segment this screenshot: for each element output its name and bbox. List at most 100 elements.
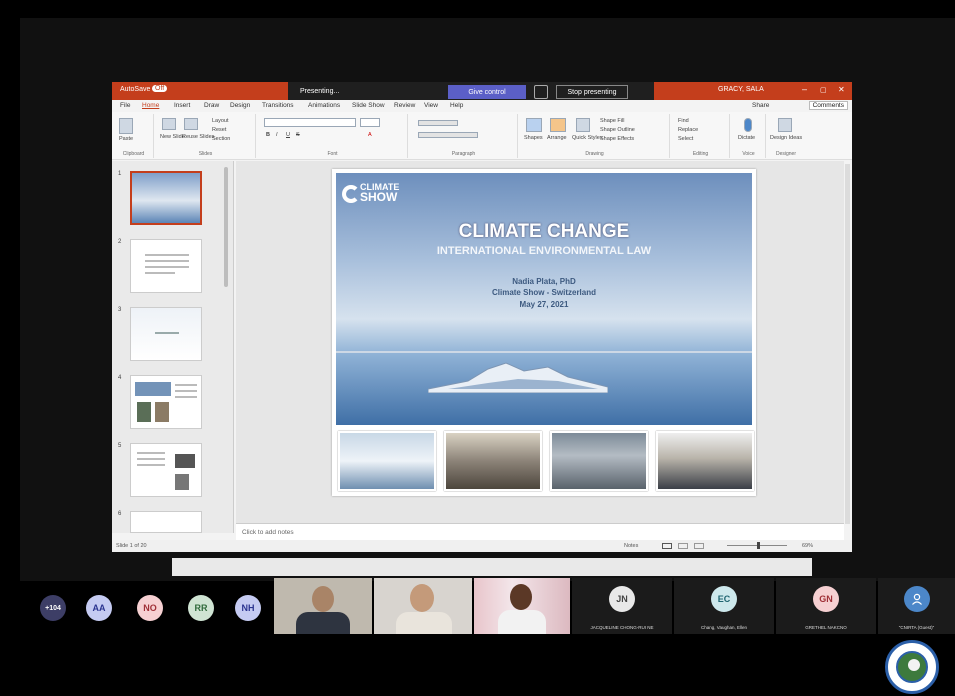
design-ideas-icon[interactable]	[778, 118, 792, 132]
slide-vertical-scrollbar[interactable]	[845, 164, 850, 524]
ribbon-group-font: B I U S A Font	[258, 114, 408, 158]
iceberg-illustration	[428, 362, 608, 393]
group-label: Designer	[775, 151, 796, 157]
share-button[interactable]: Share	[752, 102, 769, 109]
slide-editing-area: CLIMATE SHOW CLIMATE CHANGE INTERNATIONA…	[236, 161, 844, 523]
share-screen-icon[interactable]	[534, 85, 548, 99]
thumbnail-scrollbar[interactable]	[224, 167, 228, 287]
ribbon-group-drawing: Shapes Arrange Quick Styles Shape Fill S…	[520, 114, 670, 158]
slide-thumbnail-pane: 1 2 3 4 5 6	[112, 161, 234, 533]
layout-button[interactable]: Layout	[212, 118, 229, 124]
seal-emblem	[896, 651, 928, 683]
person-icon	[912, 593, 922, 605]
user-name: GRACY, SALA	[718, 86, 764, 93]
tab-review[interactable]: Review	[394, 102, 415, 109]
participant-video-2[interactable]	[374, 578, 472, 634]
reuse-slides-icon[interactable]	[184, 118, 198, 130]
notes-pane[interactable]: Click to add notes	[236, 523, 844, 540]
replace-button[interactable]: Replace	[678, 127, 698, 133]
participant-avatar[interactable]: AA	[86, 595, 112, 621]
give-control-button[interactable]: Give control	[448, 85, 526, 99]
thumbnail-slide-5[interactable]	[130, 443, 202, 497]
microphone-icon[interactable]	[744, 118, 752, 132]
notes-toggle-button[interactable]: Notes	[624, 543, 638, 549]
participant-name: "CNIRTA (Guest)"	[898, 625, 935, 630]
overflow-participants-button[interactable]: +104	[40, 595, 66, 621]
thumbnail-slide-4[interactable]	[130, 375, 202, 429]
participant-avatar[interactable]: RR	[188, 595, 214, 621]
arrange-icon[interactable]	[550, 118, 566, 132]
tab-view[interactable]: View	[424, 102, 438, 109]
underline-button[interactable]: U	[286, 132, 290, 138]
thumbnail-slide-3[interactable]	[130, 307, 202, 361]
group-label: Slides	[198, 151, 213, 157]
shape-effects-button[interactable]: Shape Effects	[600, 136, 634, 142]
reading-view-icon[interactable]	[694, 543, 704, 549]
alignment-icon[interactable]	[418, 132, 478, 138]
italic-button[interactable]: I	[276, 132, 278, 138]
quick-styles-icon[interactable]	[576, 118, 590, 132]
shape-outline-button[interactable]: Shape Outline	[600, 127, 635, 133]
paste-label: Paste	[119, 136, 134, 142]
guest-user-icon	[904, 586, 930, 612]
section-button[interactable]: Section	[212, 136, 230, 142]
stop-presenting-button[interactable]: Stop presenting	[556, 85, 628, 99]
thumbnail-slide-1[interactable]	[130, 171, 202, 225]
thumbnail-slide-2[interactable]	[130, 239, 202, 293]
bold-button[interactable]: B	[266, 132, 270, 138]
slide-canvas[interactable]: CLIMATE SHOW CLIMATE CHANGE INTERNATIONA…	[332, 169, 756, 496]
new-slide-icon[interactable]	[162, 118, 176, 130]
paste-icon[interactable]	[119, 118, 133, 134]
tab-slide-show[interactable]: Slide Show	[352, 102, 385, 109]
participant-tile[interactable]: "CNIRTA (Guest)"	[878, 578, 955, 634]
comments-button[interactable]: Comments	[808, 101, 848, 110]
normal-view-icon[interactable]	[662, 543, 672, 549]
strikethrough-button[interactable]: S	[296, 132, 300, 138]
ribbon-group-designer: Design Ideas Designer	[768, 114, 804, 158]
thumbnail-slide-6[interactable]	[130, 511, 202, 533]
tab-animations[interactable]: Animations	[308, 102, 340, 109]
participant-video-1[interactable]	[274, 578, 372, 634]
participant-strip: +104 AA NO RR NH JN JACQUELINE CHONG-RUI…	[0, 578, 955, 634]
tab-draw[interactable]: Draw	[204, 102, 219, 109]
thumbnail-number: 3	[118, 307, 122, 313]
font-size-dropdown[interactable]	[360, 118, 380, 127]
tab-design[interactable]: Design	[230, 102, 250, 109]
participant-tile[interactable]: GN GRETHEL NAKCNO	[776, 578, 876, 634]
participant-video-3[interactable]	[474, 578, 570, 634]
reset-button[interactable]: Reset	[212, 127, 226, 133]
shape-fill-button[interactable]: Shape Fill	[600, 118, 624, 124]
font-name-dropdown[interactable]	[264, 118, 356, 127]
minimize-icon[interactable]: –	[802, 84, 807, 94]
group-label: Paragraph	[451, 151, 476, 157]
participant-tile[interactable]: JN JACQUELINE CHONG-RUI NE	[572, 578, 672, 634]
thumbnail-number: 5	[118, 443, 122, 449]
autosave-toggle[interactable]: Off	[152, 85, 168, 92]
participant-avatar[interactable]: NH	[235, 595, 261, 621]
seal-flower-icon	[908, 659, 920, 671]
shapes-icon[interactable]	[526, 118, 542, 132]
autosave-label: AutoSave	[120, 86, 151, 93]
tab-insert[interactable]: Insert	[174, 102, 190, 109]
bullets-icon[interactable]	[418, 120, 458, 126]
zoom-slider-thumb[interactable]	[757, 542, 760, 549]
status-bar: Slide 1 of 20 Notes 69%	[112, 540, 852, 552]
find-button[interactable]: Find	[678, 118, 689, 124]
maximize-icon[interactable]: ▢	[820, 86, 827, 94]
font-color-button[interactable]: A	[368, 132, 372, 138]
slide-sorter-icon[interactable]	[678, 543, 688, 549]
thumbnail-number: 6	[118, 511, 122, 517]
select-button[interactable]: Select	[678, 136, 693, 142]
participant-avatar[interactable]: NO	[137, 595, 163, 621]
group-label: Clipboard	[122, 151, 145, 157]
tab-home[interactable]: Home	[142, 102, 159, 109]
shapes-label: Shapes	[524, 135, 543, 141]
photo-delegates	[656, 431, 754, 491]
tab-transitions[interactable]: Transitions	[262, 102, 294, 109]
tab-file[interactable]: File	[120, 102, 130, 109]
close-icon[interactable]: ✕	[838, 85, 845, 94]
participant-avatar: JN	[609, 586, 635, 612]
photo-traffic	[550, 431, 648, 491]
tab-help[interactable]: Help	[450, 102, 463, 109]
participant-tile[interactable]: EC Chang, Vaughan, Ellen	[674, 578, 774, 634]
